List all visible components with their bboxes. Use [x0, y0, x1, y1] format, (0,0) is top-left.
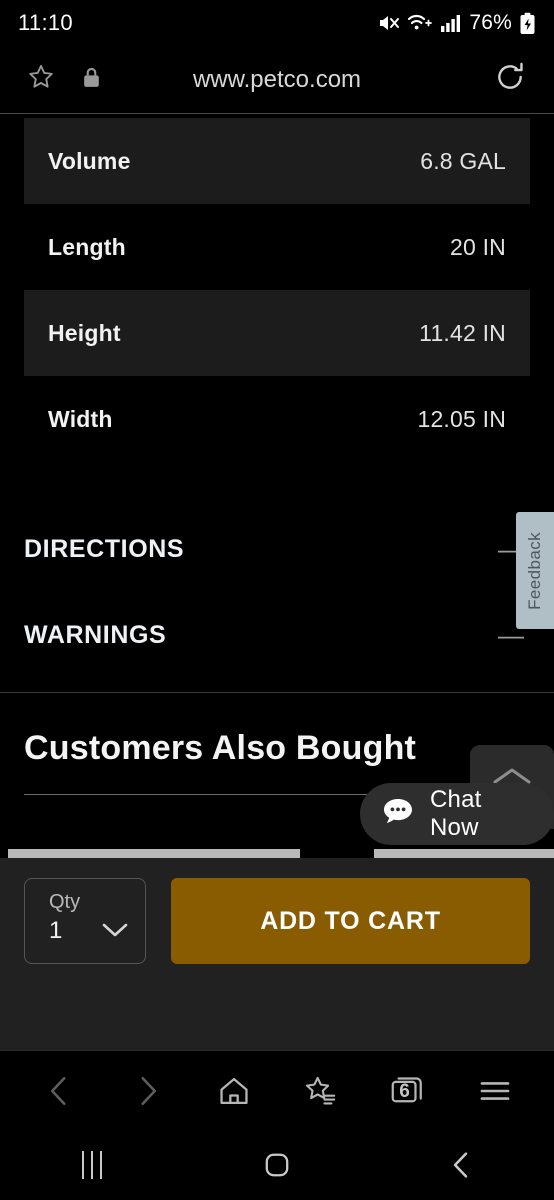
bookmarks-button[interactable] — [290, 1060, 352, 1122]
mute-icon — [376, 11, 400, 35]
feedback-label: Feedback — [525, 531, 544, 610]
tabs-count-label: 6 — [399, 1080, 410, 1102]
spec-label: Length — [48, 233, 126, 260]
product-card[interactable] — [8, 849, 300, 858]
reload-icon[interactable] — [494, 62, 526, 97]
browser-url-bar[interactable]: www.petco.com — [0, 46, 554, 113]
menu-button[interactable] — [464, 1060, 526, 1122]
qty-label: Qty — [49, 891, 81, 913]
chat-now-label: Chat Now — [430, 786, 482, 841]
battery-charging-icon — [519, 12, 536, 35]
accordion-item-warnings[interactable]: WARNINGS — — [24, 592, 530, 678]
battery-percent-label: 76% — [469, 11, 512, 34]
phone-screen: 11:10 76% www.petco.com Volume 6.8 GAL L… — [0, 0, 554, 1200]
feedback-tab[interactable]: Feedback — [516, 512, 554, 629]
back-button[interactable] — [29, 1060, 91, 1122]
tabs-button[interactable]: 6 — [377, 1060, 439, 1122]
lock-icon — [82, 66, 101, 94]
accordion-title: WARNINGS — [24, 620, 167, 649]
accordion-title: DIRECTIONS — [24, 534, 185, 563]
home-circle-icon[interactable] — [232, 1135, 322, 1195]
spec-value: 12.05 IN — [417, 405, 506, 432]
star-icon[interactable] — [26, 62, 56, 97]
quantity-stepper[interactable]: Qty 1 — [24, 878, 146, 964]
content-top-divider — [0, 113, 554, 114]
status-icon-group: 76% — [376, 11, 536, 35]
product-carousel[interactable] — [0, 849, 554, 858]
accordion-item-directions[interactable]: DIRECTIONS — — [24, 506, 530, 592]
web-page-content: Volume 6.8 GAL Length 20 IN Height 11.42… — [0, 113, 554, 858]
table-row: Height 11.42 IN — [24, 290, 530, 376]
table-row: Length 20 IN — [24, 204, 530, 290]
spec-value: 6.8 GAL — [420, 147, 506, 174]
android-nav-bar — [0, 1130, 554, 1200]
chevron-down-icon[interactable] — [101, 921, 129, 944]
status-bar: 11:10 76% — [0, 0, 554, 46]
chat-bubble-icon — [382, 797, 414, 832]
buy-bar: Qty 1 ADD TO CART — [0, 858, 554, 1050]
spec-value: 20 IN — [450, 233, 506, 260]
wifi-icon — [407, 12, 433, 34]
table-row: Width 12.05 IN — [24, 376, 530, 462]
status-time: 11:10 — [18, 10, 73, 35]
spec-label: Width — [48, 405, 113, 432]
back-chevron-icon[interactable] — [417, 1135, 507, 1195]
page-title: Customers Also Bought — [24, 729, 417, 767]
signal-icon — [440, 13, 462, 33]
spec-value: 11.42 IN — [419, 319, 506, 346]
product-card[interactable] — [374, 849, 554, 858]
table-row: Volume 6.8 GAL — [24, 118, 530, 204]
spec-label: Volume — [48, 147, 131, 174]
qty-value: 1 — [49, 917, 63, 944]
forward-button[interactable] — [116, 1060, 178, 1122]
browser-bottom-toolbar: 6 — [0, 1050, 554, 1130]
spec-label: Height — [48, 319, 121, 346]
home-button[interactable] — [203, 1060, 265, 1122]
add-to-cart-button[interactable]: ADD TO CART — [171, 878, 530, 964]
accordion-section: DIRECTIONS — WARNINGS — — [0, 506, 554, 678]
chat-now-button[interactable]: Chat Now — [360, 783, 554, 845]
specifications-table: Volume 6.8 GAL Length 20 IN Height 11.42… — [0, 118, 554, 462]
recents-icon[interactable] — [47, 1135, 137, 1195]
